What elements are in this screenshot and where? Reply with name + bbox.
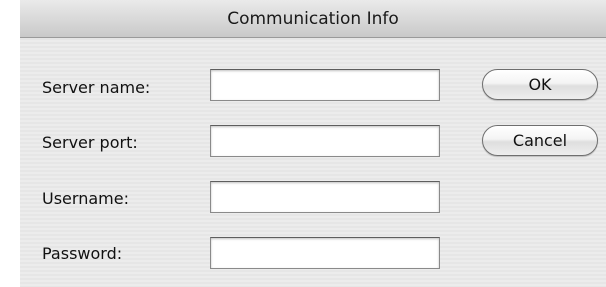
password-input[interactable] (210, 237, 440, 269)
password-label: Password: (42, 244, 123, 263)
communication-info-dialog: Communication Info Server name: Server p… (20, 0, 606, 287)
server-port-input[interactable] (210, 125, 440, 157)
cancel-button[interactable]: Cancel (482, 125, 598, 156)
username-input[interactable] (210, 181, 440, 213)
username-label: Username: (42, 189, 129, 208)
ok-button[interactable]: OK (482, 69, 598, 100)
server-name-input[interactable] (210, 69, 440, 101)
server-port-label: Server port: (42, 133, 138, 152)
title-bar[interactable]: Communication Info (20, 0, 606, 38)
dialog-title: Communication Info (227, 9, 399, 29)
server-name-label: Server name: (42, 78, 151, 97)
